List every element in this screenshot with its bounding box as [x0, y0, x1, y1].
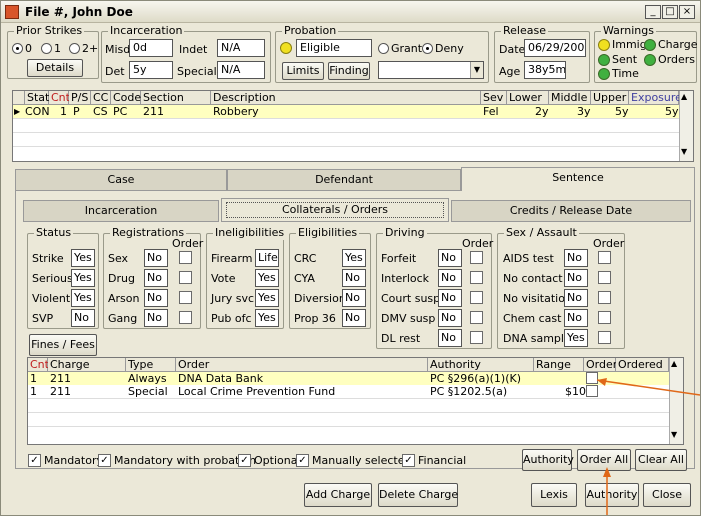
main-window: File #, John Doe _ □ × Prior Strikes 0 1… [0, 0, 701, 516]
annotation-arrows [596, 378, 701, 515]
